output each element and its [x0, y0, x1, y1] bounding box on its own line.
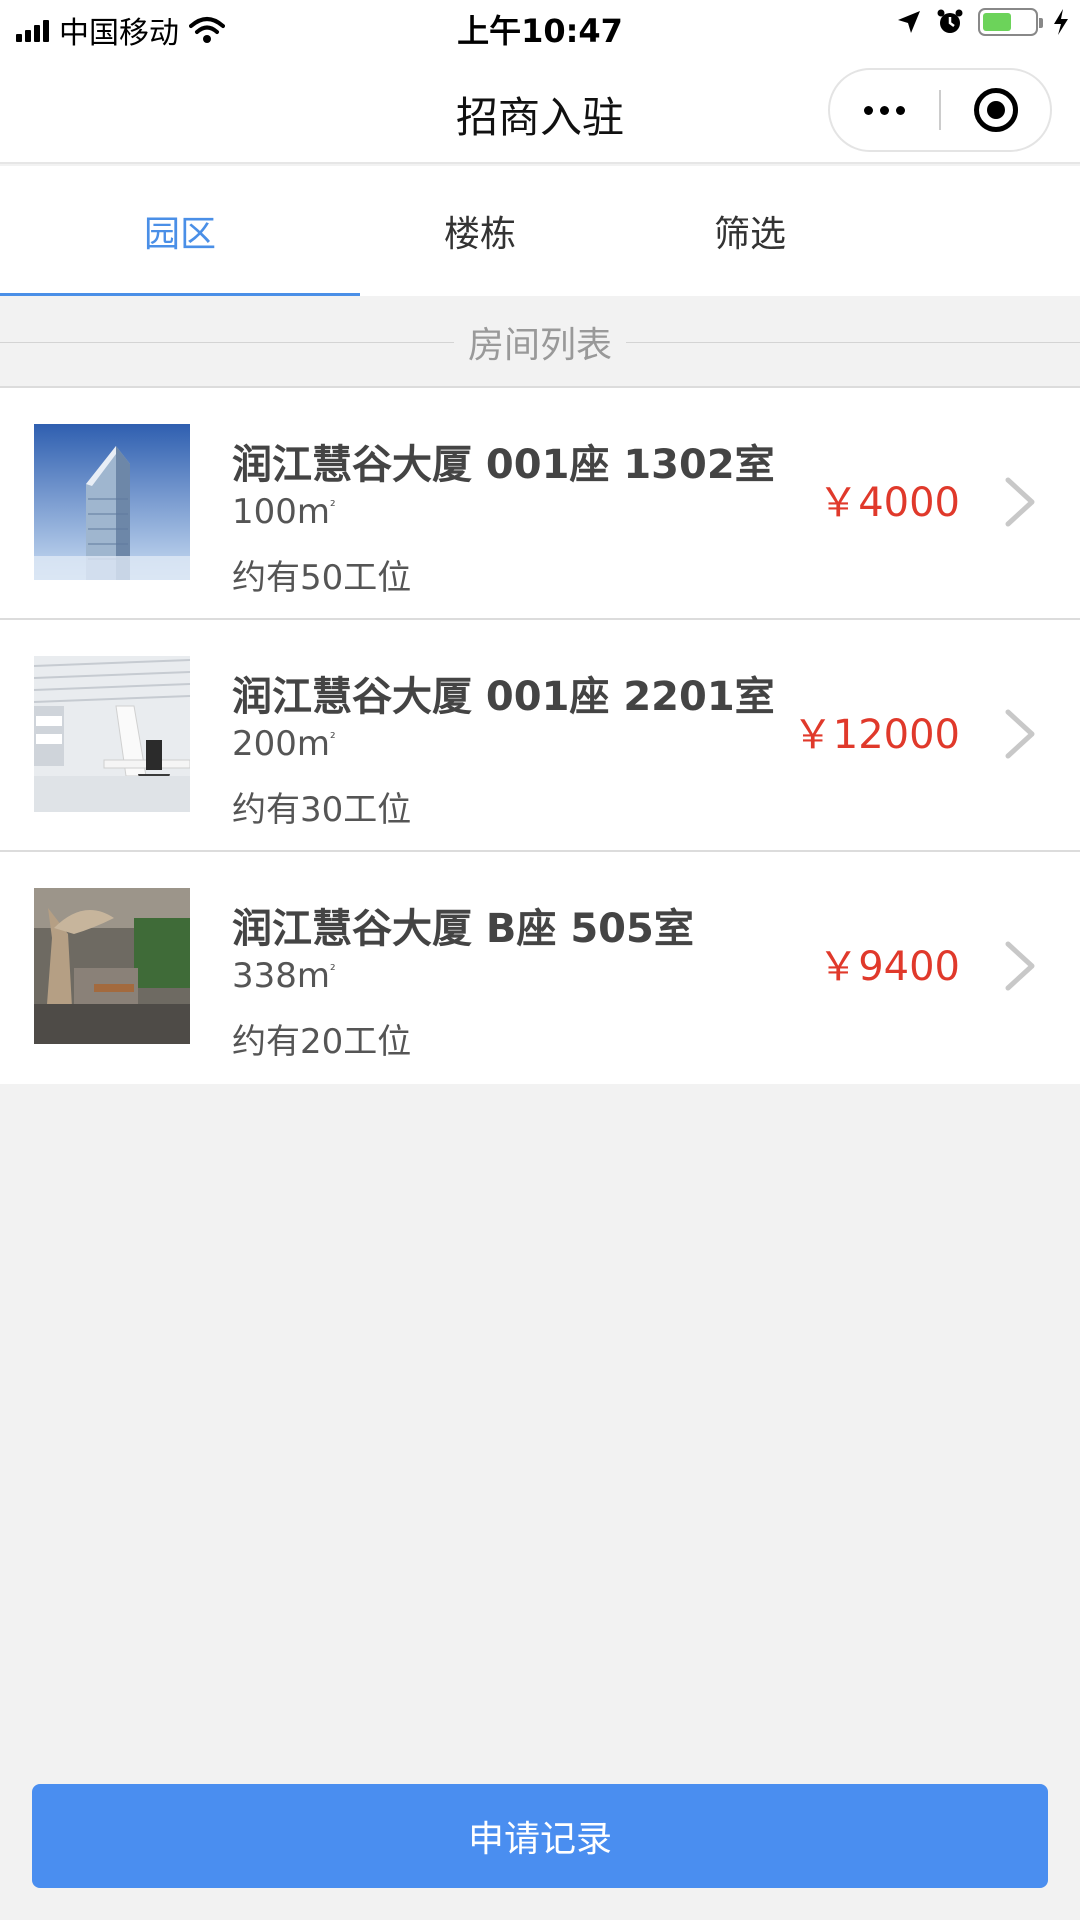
area-unit-sup: ²: [330, 962, 336, 979]
room-price: ￥4000: [818, 480, 960, 526]
room-area: 200m²: [232, 724, 336, 764]
room-price: ￥9400: [818, 944, 960, 990]
tab-filter[interactable]: 筛选: [600, 166, 900, 296]
list-item[interactable]: 润江慧谷大厦 B座 505室 338m² 约有20工位 ￥9400: [0, 852, 1080, 1084]
filter-tabs: 园区 楼栋 筛选: [0, 166, 1080, 296]
room-seats: 约有30工位: [232, 790, 412, 830]
room-area: 338m²: [232, 956, 336, 996]
room-title: 润江慧谷大厦 001座 2201室: [232, 674, 775, 720]
miniprogram-capsule: [828, 68, 1052, 152]
divider-line: [626, 341, 1080, 343]
page: 中国移动 上午10:47 招商入驻 园区 楼栋 筛选 房间列表 润江慧谷大厦 0…: [0, 0, 1080, 1920]
room-area: 100m²: [232, 492, 336, 532]
status-right: [896, 8, 1070, 36]
room-price: ￥12000: [792, 712, 960, 758]
status-bar: 中国移动 上午10:47: [0, 0, 1080, 54]
room-title: 润江慧谷大厦 B座 505室: [232, 906, 694, 952]
more-options-button[interactable]: [830, 70, 939, 150]
close-miniprogram-button[interactable]: [941, 70, 1050, 150]
divider-line: [0, 341, 454, 343]
chevron-right-icon: [1005, 941, 1035, 991]
area-unit-sup: ²: [330, 498, 336, 515]
target-circle-icon: [973, 88, 1018, 132]
location-arrow-icon: [898, 11, 920, 33]
section-header: 房间列表: [0, 300, 1080, 384]
chevron-right-icon: [1005, 477, 1035, 527]
tab-building[interactable]: 楼栋: [360, 166, 600, 296]
room-thumbnail: [34, 888, 190, 1044]
navigation-bar: 招商入驻: [0, 54, 1080, 164]
room-title: 润江慧谷大厦 001座 1302室: [232, 442, 775, 488]
list-item[interactable]: 润江慧谷大厦 001座 2201室 200m² 约有30工位 ￥12000: [0, 620, 1080, 852]
list-item[interactable]: 润江慧谷大厦 001座 1302室 100m² 约有50工位 ￥4000: [0, 388, 1080, 620]
room-area-value: 100m: [232, 492, 331, 532]
room-area-value: 338m: [232, 956, 331, 996]
more-dots-icon: [880, 105, 889, 115]
room-list: 润江慧谷大厦 001座 1302室 100m² 约有50工位 ￥4000 润江慧…: [0, 386, 1080, 1084]
tab-park[interactable]: 园区: [0, 166, 360, 296]
more-dots-icon: [896, 105, 905, 115]
chevron-right-icon: [1005, 709, 1035, 759]
room-area-value: 200m: [232, 724, 331, 764]
charging-bolt-icon: [1054, 9, 1068, 35]
room-seats: 约有50工位: [232, 558, 412, 598]
application-records-button[interactable]: 申请记录: [32, 1784, 1048, 1888]
alarm-icon: [937, 9, 963, 33]
room-thumbnail: [34, 656, 190, 812]
section-title: 房间列表: [468, 325, 613, 366]
more-dots-icon: [864, 105, 873, 115]
room-seats: 约有20工位: [232, 1022, 412, 1062]
room-thumbnail: [34, 424, 190, 580]
area-unit-sup: ²: [330, 730, 336, 747]
battery-icon: [978, 8, 1043, 36]
